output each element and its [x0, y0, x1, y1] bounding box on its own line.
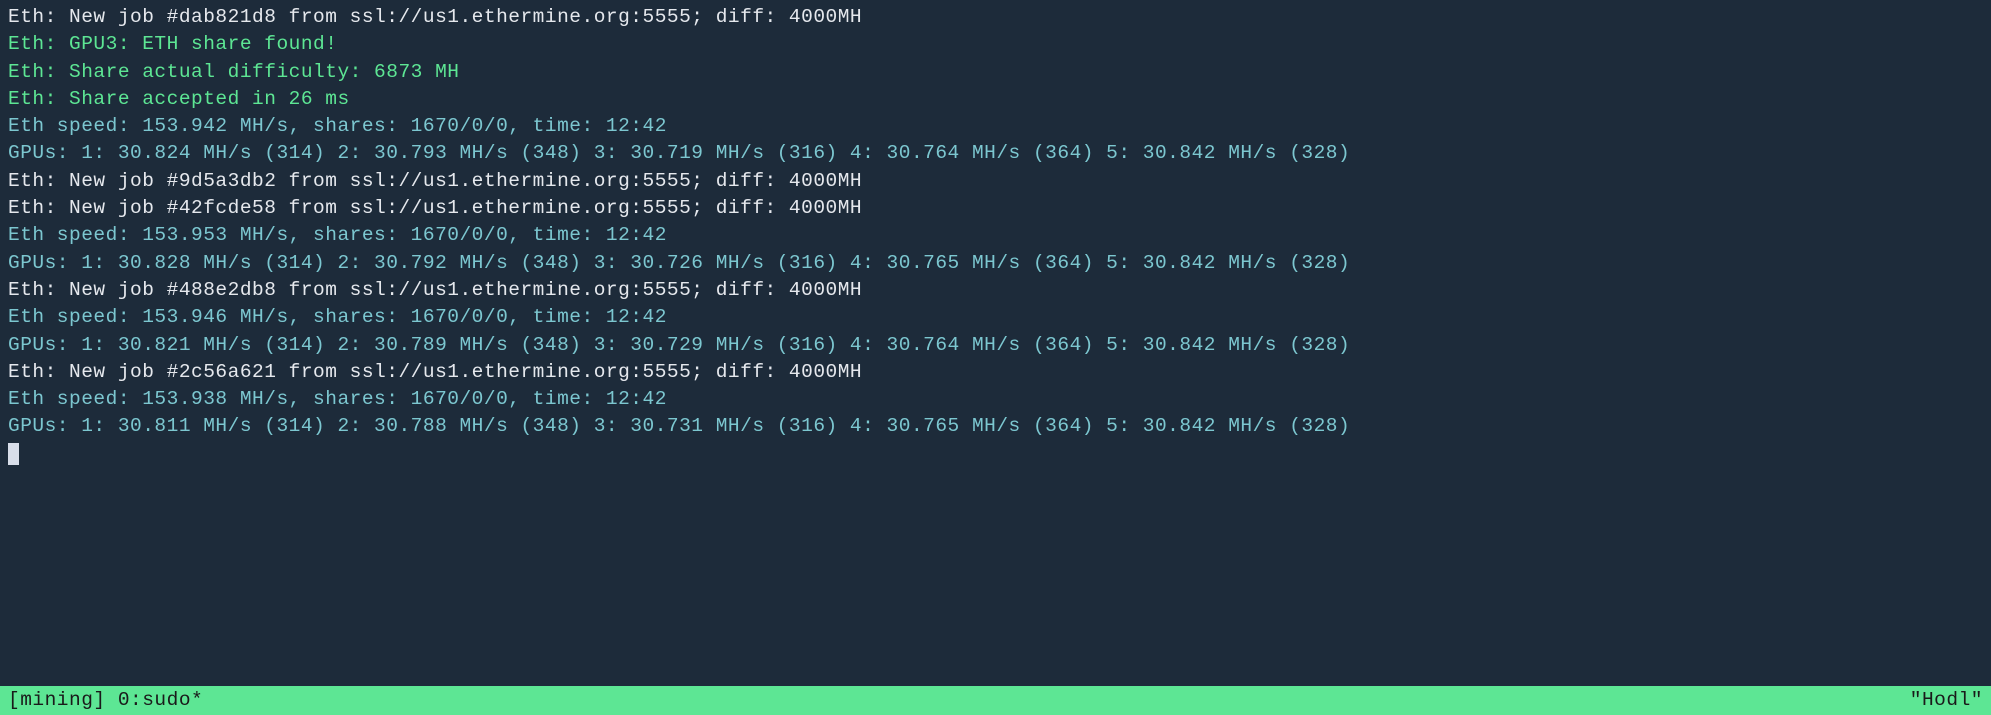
log-line: Eth: New job #488e2db8 from ssl://us1.et…: [8, 277, 1983, 304]
log-line: Eth: New job #9d5a3db2 from ssl://us1.et…: [8, 168, 1983, 195]
log-line: Eth speed: 153.953 MH/s, shares: 1670/0/…: [8, 222, 1983, 249]
status-session-window[interactable]: [mining] 0:sudo*: [8, 687, 203, 714]
log-line: Eth: Share accepted in 26 ms: [8, 86, 1983, 113]
log-line: GPUs: 1: 30.828 MH/s (314) 2: 30.792 MH/…: [8, 250, 1983, 277]
cursor-line: [8, 441, 1983, 468]
log-line: GPUs: 1: 30.811 MH/s (314) 2: 30.788 MH/…: [8, 413, 1983, 440]
log-line: Eth: New job #2c56a621 from ssl://us1.et…: [8, 359, 1983, 386]
log-line: Eth speed: 153.942 MH/s, shares: 1670/0/…: [8, 113, 1983, 140]
log-line: GPUs: 1: 30.824 MH/s (314) 2: 30.793 MH/…: [8, 140, 1983, 167]
terminal-output[interactable]: Eth: New job #dab821d8 from ssl://us1.et…: [0, 0, 1991, 472]
log-line: Eth: New job #dab821d8 from ssl://us1.et…: [8, 4, 1983, 31]
log-line: Eth: GPU3: ETH share found!: [8, 31, 1983, 58]
cursor-icon: [8, 443, 19, 465]
log-line: Eth speed: 153.946 MH/s, shares: 1670/0/…: [8, 304, 1983, 331]
tmux-status-bar[interactable]: [mining] 0:sudo* "Hodl": [0, 686, 1991, 715]
log-line: GPUs: 1: 30.821 MH/s (314) 2: 30.789 MH/…: [8, 332, 1983, 359]
log-line: Eth: Share actual difficulty: 6873 MH: [8, 59, 1983, 86]
log-line: Eth speed: 153.938 MH/s, shares: 1670/0/…: [8, 386, 1983, 413]
status-hostname: "Hodl": [1910, 687, 1983, 714]
log-line: Eth: New job #42fcde58 from ssl://us1.et…: [8, 195, 1983, 222]
